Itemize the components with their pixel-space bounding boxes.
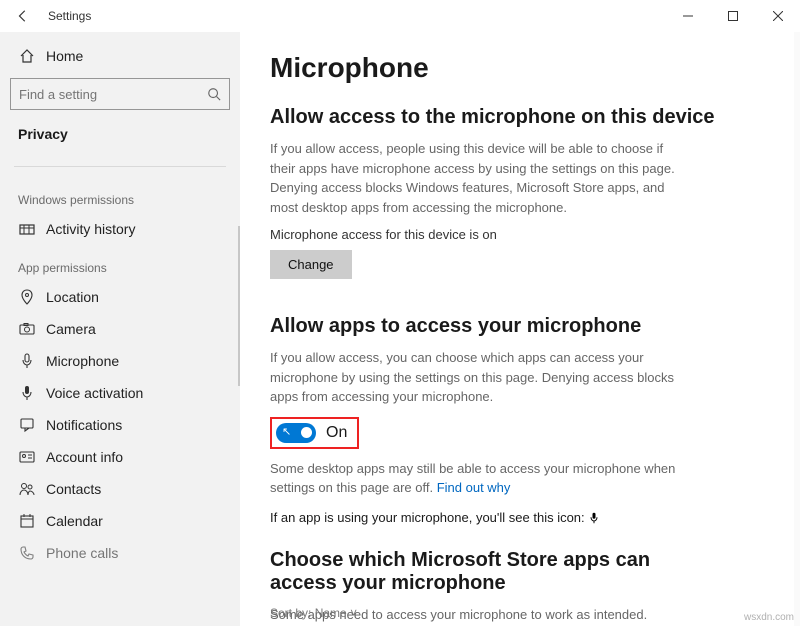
search-icon bbox=[207, 87, 221, 101]
sort-by-row[interactable]: Sort by: Name ˅ bbox=[270, 606, 357, 620]
in-use-icon-note: If an app is using your microphone, you'… bbox=[270, 510, 770, 525]
section-desc-apps-access: If you allow access, you can choose whic… bbox=[270, 348, 690, 407]
contacts-icon bbox=[18, 481, 36, 497]
phone-icon bbox=[18, 545, 36, 561]
activity-history-icon bbox=[18, 221, 36, 237]
minimize-button[interactable] bbox=[665, 0, 710, 32]
back-button[interactable] bbox=[16, 9, 38, 23]
sidebar-item-activity-history[interactable]: Activity history bbox=[8, 213, 232, 245]
maximize-button[interactable] bbox=[710, 0, 755, 32]
sidebar-item-label: Location bbox=[46, 289, 99, 305]
section-title-store-apps: Choose which Microsoft Store apps can ac… bbox=[270, 549, 710, 595]
close-button[interactable] bbox=[755, 0, 800, 32]
sidebar-item-account-info[interactable]: Account info bbox=[8, 441, 232, 473]
apps-access-toggle[interactable]: ↖ bbox=[276, 423, 316, 443]
sidebar-header-windows-permissions: Windows permissions bbox=[8, 177, 232, 213]
sidebar-item-label: Microphone bbox=[46, 353, 119, 369]
section-title-apps-access: Allow apps to access your microphone bbox=[270, 315, 770, 338]
divider bbox=[14, 166, 226, 167]
page-title: Microphone bbox=[270, 52, 770, 84]
voice-activation-icon bbox=[18, 385, 36, 401]
calendar-icon bbox=[18, 513, 36, 529]
notifications-icon bbox=[18, 417, 36, 433]
watermark: wsxdn.com bbox=[744, 612, 794, 623]
sidebar-item-label: Home bbox=[46, 48, 83, 64]
content-scrollbar[interactable] bbox=[794, 32, 800, 626]
sidebar-header-app-permissions: App permissions bbox=[8, 245, 232, 281]
toggle-label: On bbox=[326, 424, 347, 442]
window-title: Settings bbox=[48, 9, 91, 23]
sidebar-item-notifications[interactable]: Notifications bbox=[8, 409, 232, 441]
sidebar-item-label: Voice activation bbox=[46, 385, 143, 401]
sidebar-item-phone-calls[interactable]: Phone calls bbox=[8, 537, 232, 569]
sidebar-item-label: Activity history bbox=[46, 221, 135, 237]
cursor-icon: ↖ bbox=[282, 425, 291, 438]
sidebar-item-location[interactable]: Location bbox=[8, 281, 232, 313]
sidebar-item-microphone[interactable]: Microphone bbox=[8, 345, 232, 377]
sidebar-item-camera[interactable]: Camera bbox=[8, 313, 232, 345]
sidebar-item-calendar[interactable]: Calendar bbox=[8, 505, 232, 537]
camera-icon bbox=[18, 321, 36, 337]
microphone-icon bbox=[18, 353, 36, 369]
microphone-inuse-icon bbox=[588, 512, 600, 524]
sidebar-category: Privacy bbox=[8, 120, 232, 156]
device-access-status: Microphone access for this device is on bbox=[270, 227, 770, 242]
section-title-device-access: Allow access to the microphone on this d… bbox=[270, 106, 770, 129]
toggle-highlight-box: ↖ On bbox=[270, 417, 359, 449]
account-info-icon bbox=[18, 449, 36, 465]
location-icon bbox=[18, 289, 36, 305]
content-pane: Microphone Allow access to the microphon… bbox=[240, 32, 800, 626]
toggle-knob bbox=[301, 427, 312, 438]
sidebar-item-label: Notifications bbox=[46, 417, 122, 433]
sidebar-item-home[interactable]: Home bbox=[8, 40, 232, 72]
search-input[interactable] bbox=[19, 87, 207, 102]
chevron-down-icon: ˅ bbox=[350, 606, 357, 620]
sidebar-item-label: Camera bbox=[46, 321, 96, 337]
find-out-why-link[interactable]: Find out why bbox=[437, 480, 511, 495]
change-button[interactable]: Change bbox=[270, 250, 352, 279]
sidebar-item-label: Calendar bbox=[46, 513, 103, 529]
section-desc-device-access: If you allow access, people using this d… bbox=[270, 139, 690, 217]
sidebar-item-voice-activation[interactable]: Voice activation bbox=[8, 377, 232, 409]
sidebar-item-label: Contacts bbox=[46, 481, 101, 497]
home-icon bbox=[18, 48, 36, 64]
sidebar: Home Privacy Windows permissions Activit… bbox=[0, 32, 240, 626]
sidebar-item-label: Phone calls bbox=[46, 545, 118, 561]
sidebar-item-label: Account info bbox=[46, 449, 123, 465]
sidebar-item-contacts[interactable]: Contacts bbox=[8, 473, 232, 505]
desktop-apps-note: Some desktop apps may still be able to a… bbox=[270, 459, 690, 498]
search-input-wrap[interactable] bbox=[10, 78, 230, 110]
